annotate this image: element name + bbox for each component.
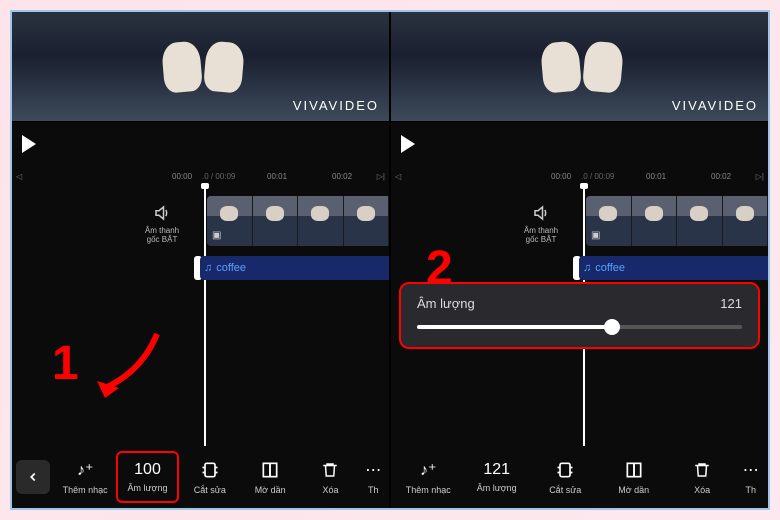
tool-label: Cắt sửa [549,485,581,495]
bottom-toolbar: ♪⁺ Thêm nhạc 121 Âm lượng Cắt sửa Mờ dần… [391,446,768,508]
more-button[interactable]: ⋯ Th [737,451,764,503]
trash-icon [321,459,339,481]
time-tick: 00:02 [711,172,731,181]
back-button[interactable] [16,460,50,494]
time-tick: 00:01 [646,172,666,181]
volume-button[interactable]: 100 Âm lượng [116,451,178,503]
right-pane: VIVAVIDEO 00:00 .0 / 00:09 00:01 00:02 ◁… [391,12,768,508]
audio-clip[interactable]: ♫ coffee [200,256,389,280]
volume-value: 100 [134,461,161,479]
sound-label-2: gốc BẬT [132,235,192,244]
play-icon[interactable] [22,135,36,153]
video-preview[interactable]: VIVAVIDEO [12,12,389,122]
step-number-1: 1 [52,336,79,391]
tool-label: Thêm nhạc [63,485,108,495]
tool-label: Mờ dần [618,485,649,495]
sound-label-2: gốc BẬT [511,235,571,244]
play-icon[interactable] [401,135,415,153]
speaker-icon [152,204,172,222]
more-button[interactable]: ⋯ Th [362,451,385,503]
original-sound-toggle[interactable]: Âm thanh gốc BẬT [132,204,192,244]
volume-value: 121 [483,461,510,479]
volume-slider-fill [417,325,612,329]
music-plus-icon: ♪⁺ [420,459,436,481]
sound-label-1: Âm thanh [132,226,192,235]
fade-button[interactable]: Mờ dần [600,451,666,503]
tool-label: Xóa [694,485,710,495]
trim-button[interactable]: Cắt sửa [532,451,598,503]
music-plus-icon: ♪⁺ [77,459,93,481]
sound-label-1: Âm thanh [511,226,571,235]
more-icon: ⋯ [365,459,381,481]
playhead[interactable] [204,186,206,446]
add-music-button[interactable]: ♪⁺ Thêm nhạc [56,451,114,503]
time-tick: 00:01 [267,172,287,181]
volume-slider-thumb[interactable] [604,319,620,335]
fade-button[interactable]: Mờ dần [241,451,299,503]
trim-button[interactable]: Cắt sửa [181,451,239,503]
tool-label: Cắt sửa [194,485,226,495]
tool-label: Th [368,485,379,495]
fade-icon [260,459,280,481]
volume-slider-panel: Âm lượng 121 [399,282,760,349]
tool-label: Th [745,485,756,495]
time-total: .0 / 00:09 [581,172,614,181]
picture-icon: ▣ [591,230,600,241]
arrow-annotation [87,326,177,406]
tool-label: Âm lượng [477,483,517,493]
tool-label: Thêm nhạc [406,485,451,495]
audio-clip[interactable]: ♫ coffee [579,256,768,280]
time-current: 00:00 [551,172,571,181]
watermark: VIVAVIDEO [672,98,758,113]
volume-button[interactable]: 121 Âm lượng [463,451,529,503]
speaker-icon [531,204,551,222]
more-icon: ⋯ [743,459,759,481]
trash-icon [693,459,711,481]
watermark: VIVAVIDEO [293,98,379,113]
video-preview[interactable]: VIVAVIDEO [391,12,768,122]
step-number-2: 2 [426,241,453,296]
bottom-toolbar: ♪⁺ Thêm nhạc 100 Âm lượng Cắt sửa Mờ dần… [12,446,389,508]
volume-slider[interactable] [417,325,742,329]
time-tick: 00:02 [332,172,352,181]
trim-icon [555,459,575,481]
playback-row [12,122,389,166]
volume-panel-label: Âm lượng [417,296,475,311]
video-content [542,42,642,102]
trim-icon [200,459,220,481]
timeline[interactable]: Âm thanh gốc BẬT ▣ ♫ coffee 1 [12,186,389,446]
audio-clip-name: coffee [216,262,246,274]
video-clip[interactable] [586,196,768,246]
time-current: 00:00 [172,172,192,181]
music-note-icon: ♫ [204,262,212,274]
delete-button[interactable]: Xóa [301,451,359,503]
tutorial-comparison: VIVAVIDEO 00:00 .0 / 00:09 00:01 00:02 ◁… [10,10,770,510]
tool-label: Âm lượng [128,483,168,493]
video-clip[interactable] [207,196,389,246]
video-content [163,42,263,102]
playback-row [391,122,768,166]
time-total: .0 / 00:09 [202,172,235,181]
add-music-button[interactable]: ♪⁺ Thêm nhạc [395,451,461,503]
tool-label: Xóa [322,485,338,495]
picture-icon: ▣ [212,230,221,241]
fade-icon [624,459,644,481]
delete-button[interactable]: Xóa [669,451,735,503]
tool-label: Mờ dần [255,485,286,495]
music-note-icon: ♫ [583,262,591,274]
left-pane: VIVAVIDEO 00:00 .0 / 00:09 00:01 00:02 ◁… [12,12,389,508]
audio-clip-name: coffee [595,262,625,274]
chevron-left-icon [26,470,40,484]
volume-panel-value: 121 [720,296,742,311]
original-sound-toggle[interactable]: Âm thanh gốc BẬT [511,204,571,244]
